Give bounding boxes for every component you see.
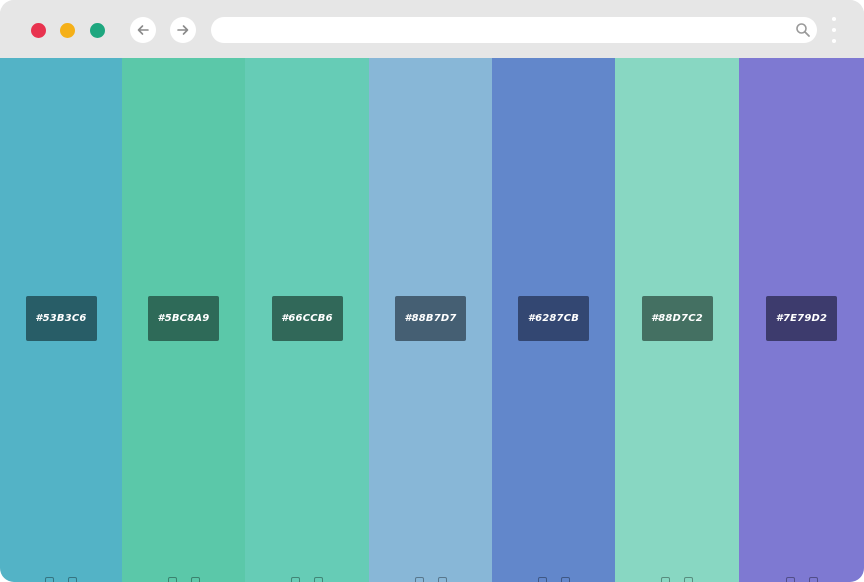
hex-code-label[interactable]: #88D7C2 — [641, 296, 713, 341]
hex-code-label[interactable]: #5BC8A9 — [148, 296, 219, 341]
swatch-actions — [414, 577, 447, 582]
swatch-actions — [785, 577, 818, 582]
more-menu-button[interactable] — [829, 17, 839, 43]
lock-icon[interactable] — [45, 577, 54, 582]
swatch-actions — [167, 577, 200, 582]
more-dot-icon — [832, 17, 836, 21]
lock-icon[interactable] — [167, 577, 177, 582]
more-dot-icon — [832, 39, 836, 43]
color-swatch[interactable]: #88B7D7 — [369, 58, 492, 582]
lock-icon[interactable] — [291, 577, 300, 582]
hex-code-label[interactable]: #7E79D2 — [766, 296, 837, 341]
swatch-actions — [291, 577, 323, 582]
arrow-right-icon — [177, 25, 189, 35]
back-button[interactable] — [130, 17, 156, 43]
browser-window: #53B3C6 #5BC8A9 #66CCB6 #88B7D7 #6287CB #88D7… — [0, 0, 864, 582]
copy-icon[interactable] — [190, 577, 200, 582]
arrow-left-icon — [137, 25, 149, 35]
lock-icon[interactable] — [537, 577, 547, 582]
address-bar[interactable] — [211, 17, 817, 43]
lock-icon[interactable] — [414, 577, 424, 582]
color-swatch[interactable]: #53B3C6 — [0, 58, 122, 582]
copy-icon[interactable] — [68, 577, 77, 582]
swatch-actions — [45, 577, 77, 582]
swatch-actions — [537, 577, 570, 582]
forward-button[interactable] — [170, 17, 196, 43]
copy-icon[interactable] — [684, 577, 693, 582]
close-window-button[interactable] — [31, 23, 46, 38]
minimize-window-button[interactable] — [60, 23, 75, 38]
browser-toolbar — [0, 0, 864, 58]
color-swatch[interactable]: #66CCB6 — [245, 58, 369, 582]
copy-icon[interactable] — [560, 577, 570, 582]
more-dot-icon — [832, 28, 836, 32]
search-icon[interactable] — [795, 22, 811, 38]
hex-code-label[interactable]: #88B7D7 — [395, 296, 466, 341]
hex-code-label[interactable]: #66CCB6 — [271, 296, 343, 341]
color-swatch[interactable]: #7E79D2 — [739, 58, 864, 582]
hex-code-label[interactable]: #6287CB — [518, 296, 589, 341]
color-swatch[interactable]: #5BC8A9 — [122, 58, 245, 582]
swatch-actions — [661, 577, 693, 582]
copy-icon[interactable] — [437, 577, 447, 582]
color-palette: #53B3C6 #5BC8A9 #66CCB6 #88B7D7 #6287CB #88D7… — [0, 58, 864, 582]
maximize-window-button[interactable] — [90, 23, 105, 38]
lock-icon[interactable] — [785, 577, 795, 582]
color-swatch[interactable]: #88D7C2 — [615, 58, 739, 582]
lock-icon[interactable] — [661, 577, 670, 582]
hex-code-label[interactable]: #53B3C6 — [25, 296, 97, 341]
color-swatch[interactable]: #6287CB — [492, 58, 615, 582]
copy-icon[interactable] — [314, 577, 323, 582]
copy-icon[interactable] — [808, 577, 818, 582]
